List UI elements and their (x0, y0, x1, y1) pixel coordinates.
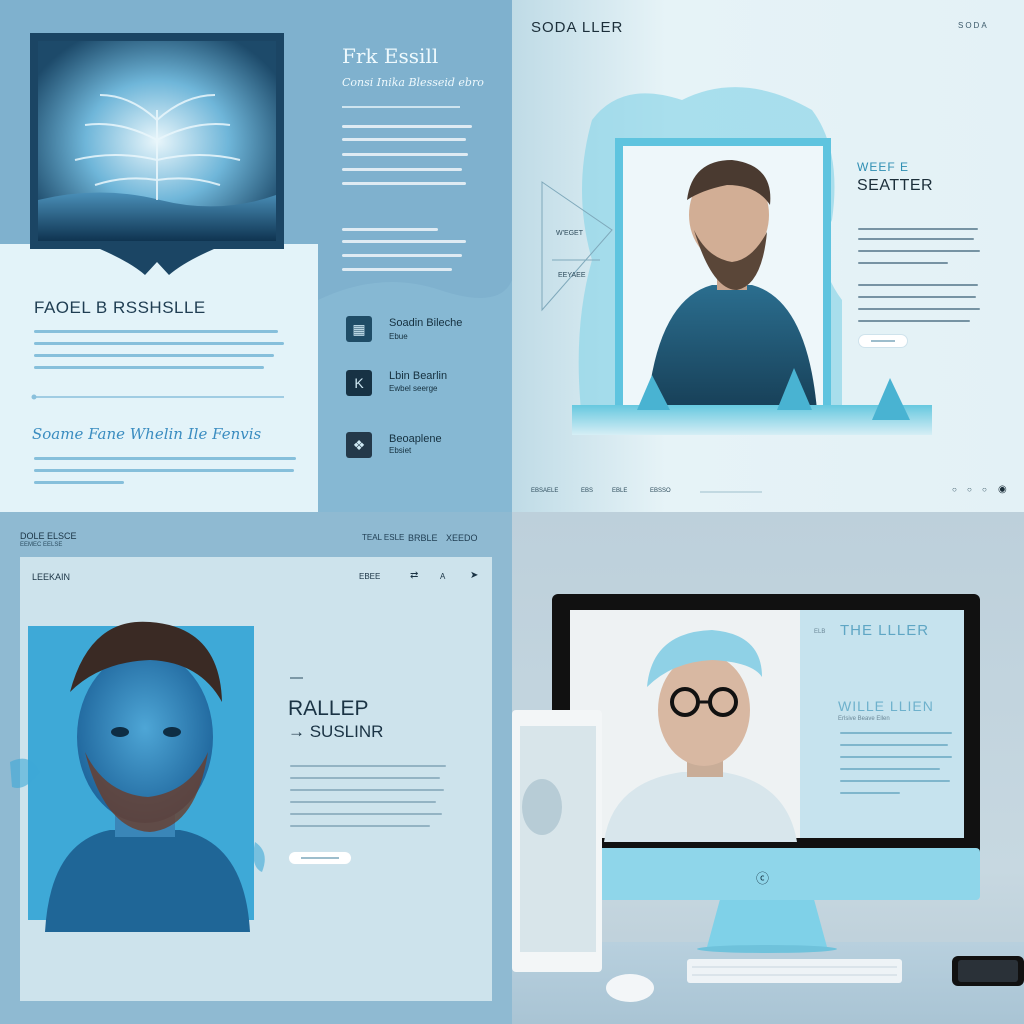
screen-sub: Erlsive Beave Ellen (838, 716, 890, 722)
social-circle-icon[interactable]: ○ (982, 485, 987, 494)
screen-title: THE LLLER (840, 622, 930, 639)
feature-icon-2: K (346, 370, 372, 396)
cta-button[interactable] (858, 334, 908, 348)
q3-card-art (10, 557, 492, 1001)
nav-link[interactable]: SODA (958, 21, 989, 30)
brand-logo[interactable]: SODA LLER (531, 19, 623, 36)
monitor-logo-icon: ⓒ (756, 871, 770, 886)
quadrant-web-layout-forest: Frk Essill Consi Inika Blesseid ebro ▦ S… (0, 0, 512, 512)
social-circle-icon[interactable]: ○ (952, 485, 957, 494)
q2-hero-art (512, 0, 1024, 512)
moodboard-grid: Frk Essill Consi Inika Blesseid ebro ▦ S… (0, 0, 1024, 1024)
feature-sub: Ebsiet (389, 446, 412, 455)
nav-link[interactable]: TEAL ESLE (362, 533, 404, 542)
feature-icon-1: ▦ (346, 316, 372, 342)
quadrant-profile-card: DOLE ELSCE EEMEC EELSE TEAL ESLE BRBLE X… (0, 512, 512, 1024)
footer-link[interactable]: EBSSO (650, 488, 671, 494)
feature-icon-3: ❖ (346, 432, 372, 458)
section-heading: FAOEL B RSSHSLLE (34, 298, 206, 317)
feature-label: Beoaplene (389, 433, 442, 445)
card-title: Frk Essill (342, 44, 439, 68)
card-subtitle: Consi Inika Blesseid ebro (342, 76, 484, 89)
brand-logo[interactable]: DOLE ELSCE (20, 531, 77, 541)
github-icon[interactable]: ◉ (998, 484, 1007, 495)
nav-link[interactable]: BRBLE (408, 533, 438, 543)
quadrant-portrait-landing: SODA LLER SODA W'EGET EEYAEE WEEF E SEAT… (512, 0, 1024, 512)
card-nav-link[interactable]: EBEE (359, 572, 380, 581)
profile-heading-2: → SUSLINR (288, 722, 384, 741)
screen-heading: WILLE LLIEN (838, 698, 934, 714)
frame-label-b: EEYAEE (558, 272, 586, 279)
screen-eyebrow: ELB (814, 629, 826, 635)
frame-label-a: W'EGET (556, 230, 584, 237)
card-title: LEEKAIN (32, 572, 71, 582)
feature-label: Lbin Bearlin (389, 370, 448, 382)
feature-label: Soadin Bileche (389, 317, 463, 329)
cta-button[interactable] (288, 851, 352, 865)
feature-sub: Ewbel seerge (389, 384, 438, 393)
footer-link[interactable]: EBS (581, 488, 593, 494)
feature-sub: Ebue (389, 332, 408, 341)
quadrant-device-mockup: ELB THE LLLER WILLE LLIEN Erlsive Beave … (512, 512, 1024, 1024)
send-icon[interactable]: ➤ (470, 570, 478, 581)
tagline: WEEF E (857, 160, 910, 174)
shuffle-icon[interactable]: ⇄ (410, 570, 418, 581)
card-nav-link[interactable]: A (440, 572, 445, 581)
profile-heading-1: RALLEP (288, 697, 369, 720)
nav-link[interactable]: XEEDO (446, 533, 478, 543)
brand-sub: EEMEC EELSE (20, 542, 63, 548)
script-heading: Soame Fane Whelin Ile Fenvis (32, 425, 262, 443)
q4-devices (512, 594, 1024, 1024)
footer-link[interactable]: EBSAELE (531, 488, 558, 494)
footer-link[interactable]: EBLE (612, 488, 627, 494)
hero-heading: SEATTER (857, 177, 934, 194)
social-circle-icon[interactable]: ○ (967, 485, 972, 494)
